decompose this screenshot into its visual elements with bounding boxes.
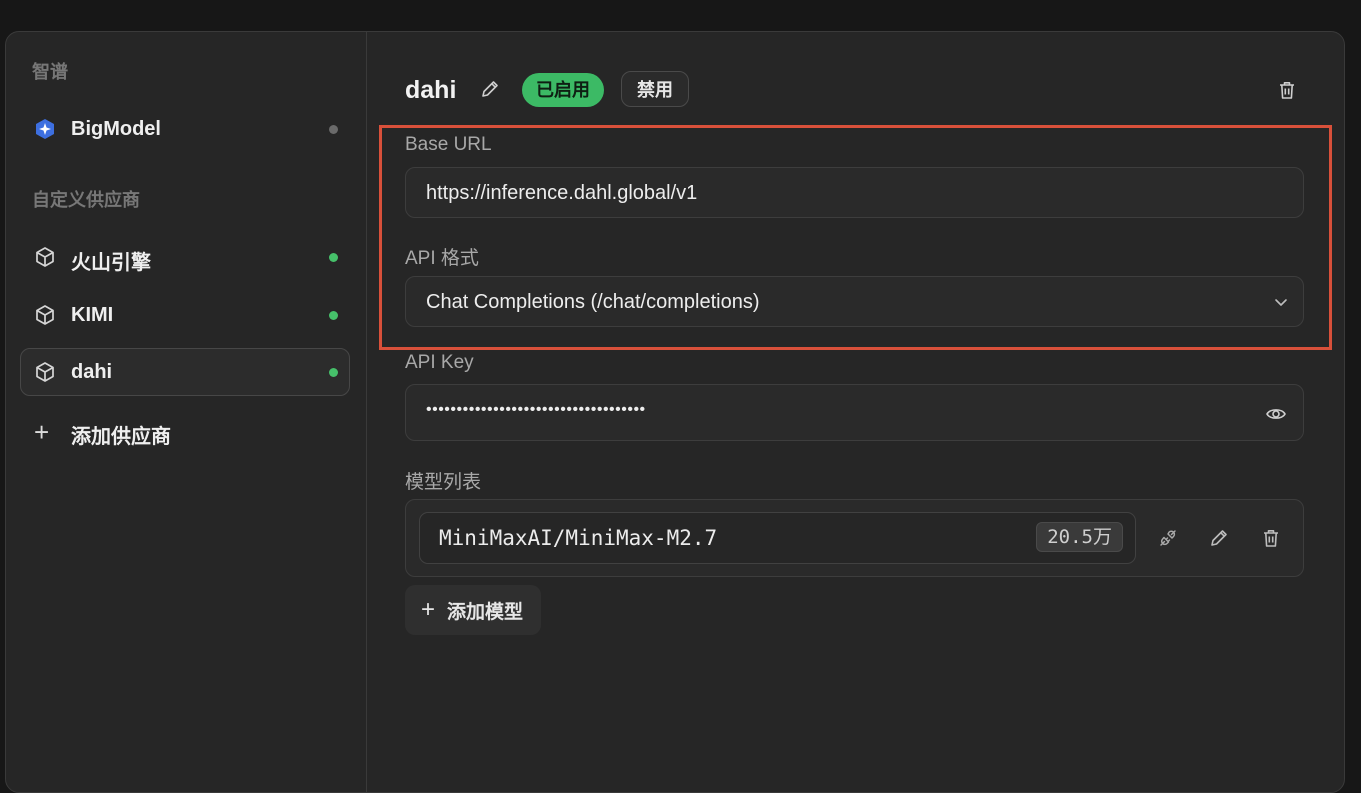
enabled-status-badge: 已启用 — [522, 73, 604, 107]
settings-window: 智谱 BigModel 自定义供应商 火山引擎 KIMI dahi + 添加供应… — [5, 31, 1345, 793]
base-url-value: https://inference.dahl.global/v1 — [426, 182, 698, 204]
api-format-label: API 格式 — [405, 248, 479, 269]
sidebar-item-bigmodel[interactable]: BigModel — [20, 105, 350, 153]
sidebar-item-label: BigModel — [71, 118, 161, 140]
provider-detail-panel: dahi 已启用 禁用 Base URL https://inference.d… — [367, 32, 1344, 792]
status-dot — [329, 311, 338, 320]
add-model-button[interactable]: + 添加模型 — [405, 585, 542, 635]
plus-icon: + — [421, 596, 436, 623]
sidebar-item-kimi[interactable]: KIMI — [20, 291, 350, 339]
model-list-label: 模型列表 — [405, 472, 482, 493]
section-label-zhipu: 智谱 — [32, 62, 68, 82]
provider-title: dahi — [405, 76, 457, 104]
test-connection-icon[interactable] — [1157, 527, 1179, 549]
bigmodel-logo-icon — [36, 119, 54, 139]
api-key-label: API Key — [405, 352, 474, 373]
sidebar-item-label: 火山引擎 — [71, 252, 151, 274]
chevron-down-icon — [1275, 299, 1287, 306]
add-provider-label: 添加供应商 — [71, 426, 171, 448]
base-url-label: Base URL — [405, 134, 492, 155]
context-size-badge: 20.5万 — [1036, 522, 1123, 552]
sidebar-item-label: dahi — [71, 361, 113, 383]
cube-icon — [36, 247, 54, 267]
pencil-icon[interactable] — [479, 78, 501, 100]
trash-icon[interactable] — [1260, 527, 1282, 549]
api-format-select[interactable]: Chat Completions (/chat/completions) — [405, 276, 1304, 327]
sidebar-item-label: KIMI — [71, 304, 114, 326]
cube-icon — [36, 305, 54, 325]
add-provider-button[interactable]: + 添加供应商 — [20, 407, 350, 455]
sidebar-item-volcengine[interactable]: 火山引擎 — [20, 233, 350, 281]
add-model-label: 添加模型 — [447, 601, 524, 623]
api-key-input[interactable]: •••••••••••••••••••••••••••••••••••• — [405, 384, 1304, 441]
disable-button[interactable]: 禁用 — [621, 71, 689, 107]
sidebar-item-dahi[interactable]: dahi — [20, 348, 350, 396]
provider-sidebar: 智谱 BigModel 自定义供应商 火山引擎 KIMI dahi + 添加供应… — [6, 32, 367, 792]
plus-icon: + — [34, 417, 50, 447]
trash-icon[interactable] — [1276, 79, 1298, 101]
model-list: MiniMaxAI/MiniMax-M2.7 20.5万 — [405, 499, 1304, 577]
status-dot — [329, 253, 338, 262]
cube-icon — [36, 362, 54, 382]
status-dot — [329, 125, 338, 134]
eye-icon[interactable] — [1265, 403, 1287, 425]
model-row: MiniMaxAI/MiniMax-M2.7 20.5万 — [419, 512, 1136, 564]
api-key-masked-value: •••••••••••••••••••••••••••••••••••• — [426, 401, 646, 418]
api-format-value: Chat Completions (/chat/completions) — [426, 291, 760, 313]
status-dot — [329, 368, 338, 377]
base-url-input[interactable]: https://inference.dahl.global/v1 — [405, 167, 1304, 218]
model-name: MiniMaxAI/MiniMax-M2.7 — [439, 526, 718, 550]
pencil-icon[interactable] — [1208, 527, 1230, 549]
section-label-custom: 自定义供应商 — [32, 190, 140, 210]
